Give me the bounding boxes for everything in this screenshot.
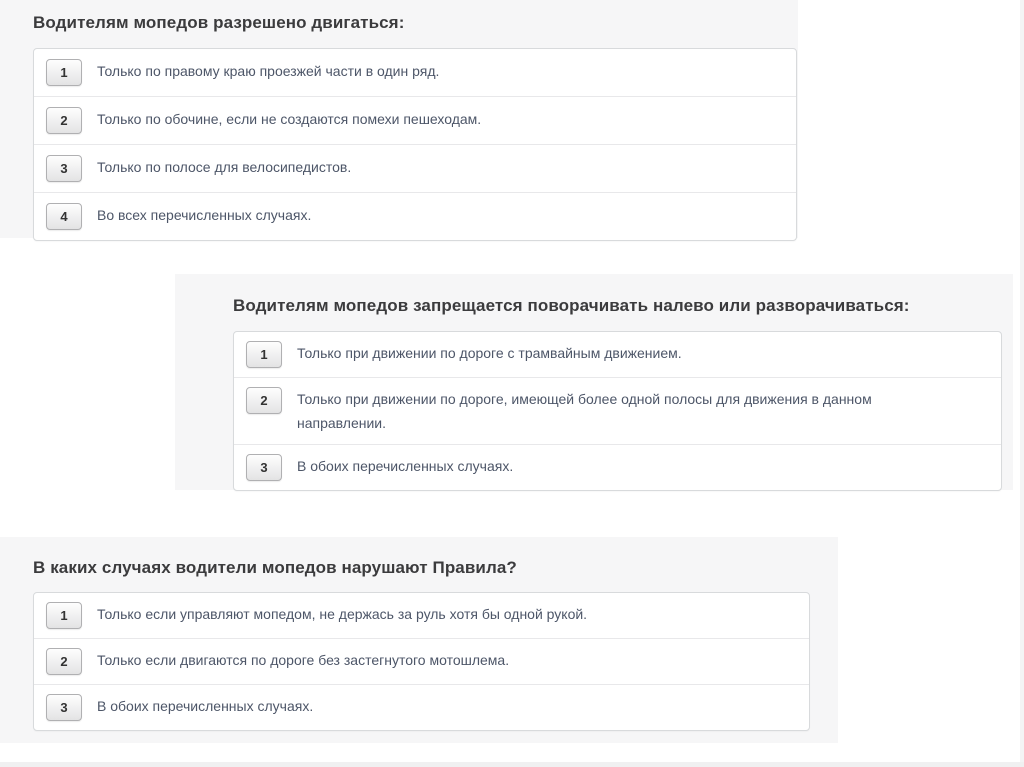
answer-row[interactable]: 2 Только по обочине, если не создаются п… bbox=[34, 96, 796, 144]
answer-row[interactable]: 1 Только при движении по дороге с трамва… bbox=[234, 332, 1001, 377]
question-block-3: В каких случаях водители мопедов нарушаю… bbox=[0, 537, 838, 743]
answer-row[interactable]: 2 Только если двигаются по дороге без за… bbox=[34, 638, 809, 684]
answer-number-button[interactable]: 4 bbox=[46, 203, 82, 230]
answer-text: Только по обочине, если не создаются пом… bbox=[97, 107, 481, 132]
answers-card: 1 Только при движении по дороге с трамва… bbox=[233, 331, 1002, 491]
answer-row[interactable]: 3 В обоих перечисленных случаях. bbox=[234, 444, 1001, 490]
answer-number-button[interactable]: 3 bbox=[46, 155, 82, 182]
answer-text: Только при движении по дороге с трамвайн… bbox=[297, 341, 682, 365]
answer-row[interactable]: 1 Только если управляют мопедом, не держ… bbox=[34, 593, 809, 638]
answer-row[interactable]: 3 Только по полосе для велосипедистов. bbox=[34, 144, 796, 192]
answer-number-button[interactable]: 2 bbox=[46, 107, 82, 134]
question-title: Водителям мопедов разрешено двигаться: bbox=[33, 13, 404, 33]
question-block-1: Водителям мопедов разрешено двигаться: 1… bbox=[0, 0, 798, 238]
answer-text: Только если двигаются по дороге без заст… bbox=[97, 648, 509, 673]
answer-row[interactable]: 2 Только при движении по дороге, имеющей… bbox=[234, 377, 1001, 444]
answers-card: 1 Только по правому краю проезжей части … bbox=[33, 48, 797, 241]
answer-number-button[interactable]: 2 bbox=[46, 648, 82, 675]
answer-row[interactable]: 3 В обоих перечисленных случаях. bbox=[34, 684, 809, 730]
question-block-2: Водителям мопедов запрещается поворачива… bbox=[175, 274, 1013, 490]
answer-text: В обоих перечисленных случаях. bbox=[97, 694, 313, 719]
page-right-edge bbox=[1020, 0, 1024, 767]
answer-row[interactable]: 1 Только по правому краю проезжей части … bbox=[34, 49, 796, 96]
answer-text: Только при движении по дороге, имеющей б… bbox=[297, 387, 872, 435]
answer-number-button[interactable]: 3 bbox=[246, 454, 282, 481]
page-bottom-edge bbox=[0, 762, 1024, 767]
answer-text: Только по правому краю проезжей части в … bbox=[97, 59, 439, 84]
answers-card: 1 Только если управляют мопедом, не держ… bbox=[33, 592, 810, 731]
answer-number-button[interactable]: 2 bbox=[246, 387, 282, 414]
answer-text: В обоих перечисленных случаях. bbox=[297, 454, 513, 478]
answer-text: Во всех перечисленных случаях. bbox=[97, 203, 311, 228]
answer-number-button[interactable]: 1 bbox=[246, 341, 282, 368]
answer-row[interactable]: 4 Во всех перечисленных случаях. bbox=[34, 192, 796, 240]
answer-text: Только по полосе для велосипедистов. bbox=[97, 155, 351, 180]
answer-number-button[interactable]: 3 bbox=[46, 694, 82, 721]
answer-number-button[interactable]: 1 bbox=[46, 59, 82, 86]
question-title: Водителям мопедов запрещается поворачива… bbox=[233, 296, 910, 316]
question-title: В каких случаях водители мопедов нарушаю… bbox=[33, 558, 517, 578]
answer-text: Только если управляют мопедом, не держас… bbox=[97, 602, 587, 627]
answer-number-button[interactable]: 1 bbox=[46, 602, 82, 629]
